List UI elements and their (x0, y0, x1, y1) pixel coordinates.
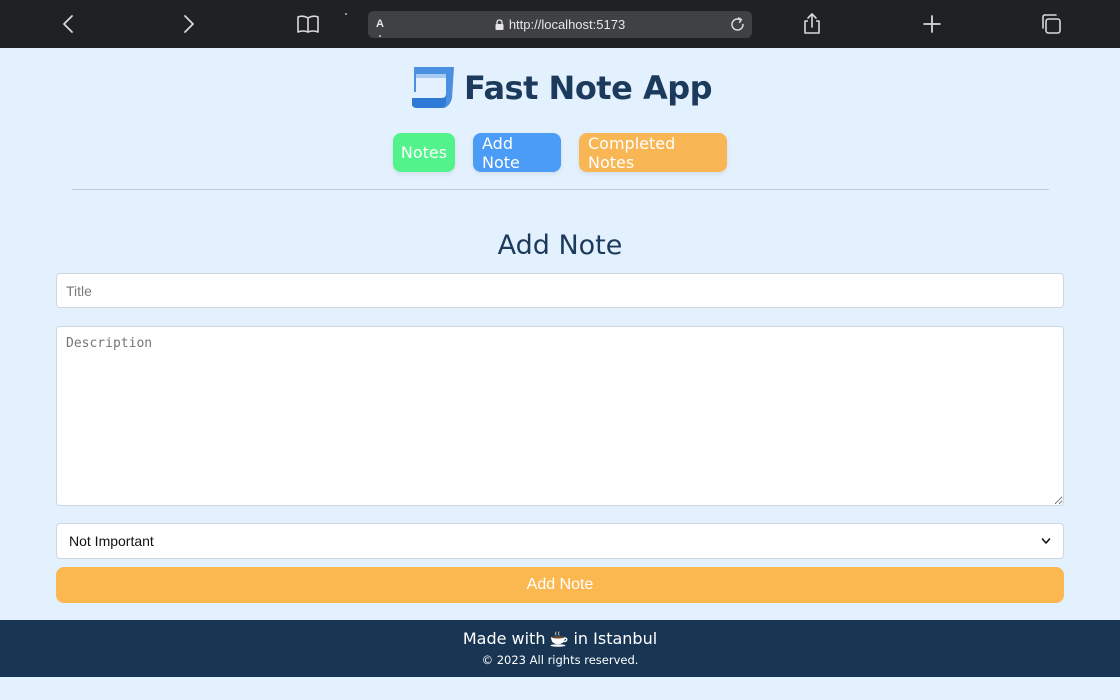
status-dot (345, 13, 347, 15)
importance-selected-value: Not Important (69, 533, 154, 549)
tabs-icon (1042, 14, 1061, 34)
page-title: Add Note (497, 230, 623, 261)
header-divider (72, 189, 1049, 190)
forward-button[interactable] (176, 12, 200, 36)
new-tab-button[interactable] (920, 12, 944, 36)
back-icon (63, 15, 73, 33)
forward-icon (184, 15, 194, 33)
nav-completed-notes-button[interactable]: Completed Notes (579, 133, 727, 172)
bookmarks-button[interactable] (296, 12, 320, 36)
app-brand: Fast Note App (0, 63, 1120, 113)
share-button[interactable] (800, 12, 824, 36)
lock-icon (495, 19, 504, 30)
share-icon (804, 13, 820, 34)
new-tab-icon (923, 15, 941, 33)
app-logo-icon (411, 67, 454, 108)
reload-icon[interactable] (729, 16, 746, 33)
title-input[interactable] (56, 273, 1064, 308)
chevron-down-icon (1041, 538, 1051, 544)
footer-made-suffix: in Istanbul (573, 629, 658, 648)
tabs-overview-button[interactable] (1039, 12, 1063, 36)
add-note-submit-button[interactable]: Add Note (56, 567, 1064, 603)
url-text-wrap: http://localhost:5173 (368, 17, 752, 32)
bookmarks-icon (297, 15, 319, 33)
footer: Made with in Istanbul © 2023 All rights … (0, 620, 1120, 677)
importance-select[interactable]: Not Important (56, 523, 1064, 559)
browser-toolbar: A http://localhost:5173 (0, 0, 1120, 48)
footer-made-with: Made with in Istanbul (0, 629, 1120, 649)
address-bar[interactable]: A http://localhost:5173 (368, 11, 752, 38)
main-nav: Notes Add Note Completed Notes (0, 133, 1120, 172)
app-title: Fast Note App (463, 69, 713, 107)
footer-copyright: © 2023 All rights reserved. (481, 653, 639, 667)
description-textarea[interactable] (56, 326, 1064, 506)
back-button[interactable] (57, 12, 81, 36)
nav-add-note-button[interactable]: Add Note (473, 133, 561, 172)
url-text: http://localhost:5173 (508, 17, 626, 32)
coffee-icon (550, 631, 568, 647)
footer-made-prefix: Made with (462, 629, 546, 648)
nav-notes-button[interactable]: Notes (393, 133, 455, 172)
reader-indicator (379, 35, 381, 37)
